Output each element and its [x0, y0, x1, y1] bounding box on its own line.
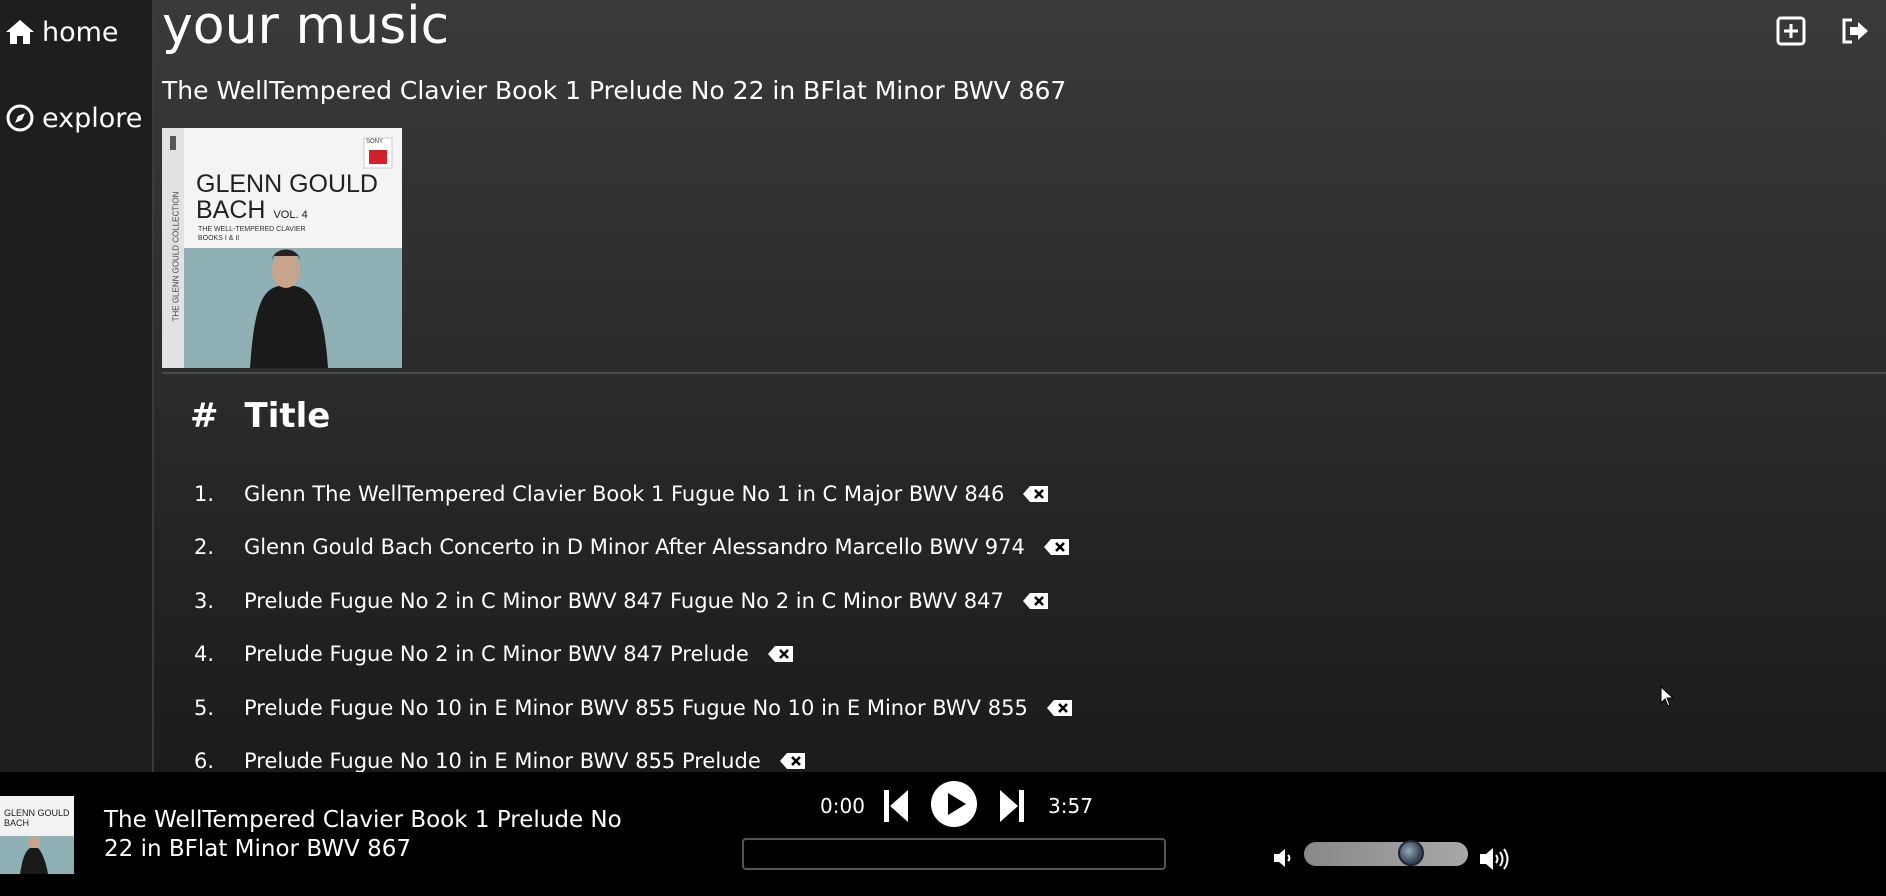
cover-subtitle-2: BOOKS I & II — [198, 235, 240, 242]
now-playing-cover: GLENN GOULD BACH — [0, 796, 74, 874]
time-current: 0:00 — [820, 794, 865, 818]
album-title: The WellTempered Clavier Book 1 Prelude … — [162, 76, 1067, 105]
svg-text:BACH: BACH — [4, 818, 29, 828]
track-title: Prelude Fugue No 2 in C Minor BWV 847 Pr… — [244, 642, 749, 666]
track-title: Prelude Fugue No 2 in C Minor BWV 847 Fu… — [244, 589, 1004, 613]
track-row[interactable]: 6. Prelude Fugue No 10 in E Minor BWV 85… — [194, 749, 807, 772]
main-content: your music The WellTempered Clavier Book… — [154, 0, 1886, 772]
backspace-icon — [1023, 486, 1049, 502]
remove-track-button[interactable] — [1022, 591, 1050, 611]
home-icon — [6, 20, 34, 44]
volume-up-icon[interactable] — [1478, 846, 1510, 872]
sidebar-item-label: explore — [42, 102, 143, 134]
sidebar-item-explore[interactable]: explore — [4, 102, 142, 134]
backspace-icon — [1046, 700, 1072, 716]
cover-subtitle: THE WELL-TEMPERED CLAVIER — [198, 226, 306, 233]
add-playlist-icon[interactable] — [1774, 14, 1808, 48]
page-title: your music — [162, 0, 450, 56]
backspace-icon — [767, 646, 793, 662]
column-number: # — [190, 396, 219, 436]
now-playing-title: The WellTempered Clavier Book 1 Prelude … — [104, 807, 622, 862]
sidebar: home explore — [0, 0, 154, 772]
table-header: # Title — [190, 396, 330, 436]
svg-text:GLENN GOULD: GLENN GOULD — [4, 808, 70, 818]
track-number: 1. — [194, 482, 215, 506]
compass-icon — [6, 104, 34, 132]
volume-down-icon[interactable] — [1272, 848, 1294, 868]
track-row[interactable]: 1. Glenn The WellTempered Clavier Book 1… — [194, 482, 1050, 506]
backspace-icon — [1043, 539, 1069, 555]
track-row[interactable]: 4. Prelude Fugue No 2 in C Minor BWV 847… — [194, 642, 795, 666]
logout-icon[interactable] — [1838, 14, 1872, 48]
progress-bar[interactable] — [742, 838, 1166, 870]
play-button[interactable] — [930, 780, 978, 828]
next-track-icon[interactable] — [998, 788, 1026, 824]
remove-track-button[interactable] — [1046, 698, 1074, 718]
top-actions — [1774, 14, 1886, 48]
track-number: 6. — [194, 749, 215, 772]
track-row[interactable]: 2. Glenn Gould Bach Concerto in D Minor … — [194, 535, 1071, 559]
sidebar-item-label: home — [42, 16, 119, 48]
remove-track-button[interactable] — [779, 751, 807, 771]
track-title: Glenn Gould Bach Concerto in D Minor Aft… — [244, 535, 1025, 559]
column-title: Title — [244, 396, 331, 436]
cover-artist: GLENN GOULD — [196, 170, 378, 198]
time-total: 3:57 — [1048, 794, 1093, 818]
track-number: 3. — [194, 589, 215, 613]
volume-slider[interactable] — [1304, 840, 1468, 866]
remove-track-button[interactable] — [1043, 537, 1071, 557]
cover-collection-label: THE GLENN GOULD COLLECTION — [171, 191, 181, 322]
cover-record-label: SONY — [366, 139, 384, 145]
track-number: 5. — [194, 696, 215, 720]
track-title: Prelude Fugue No 10 in E Minor BWV 855 F… — [244, 696, 1028, 720]
sidebar-item-home[interactable]: home — [4, 16, 119, 48]
track-row[interactable]: 3. Prelude Fugue No 2 in C Minor BWV 847… — [194, 589, 1050, 613]
backspace-icon — [1022, 593, 1048, 609]
cover-composer: BACH — [196, 196, 266, 224]
album-cover: GLENN GOULD BACH VOL. 4 THE WELL-TEMPERE… — [162, 128, 402, 368]
track-title: Prelude Fugue No 10 in E Minor BWV 855 P… — [244, 749, 761, 772]
previous-track-icon[interactable] — [882, 788, 910, 824]
volume-slider-handle[interactable] — [1397, 840, 1424, 866]
track-title: Glenn The WellTempered Clavier Book 1 Fu… — [244, 482, 1005, 506]
track-number: 2. — [194, 535, 215, 559]
player-bar: GLENN GOULD BACH The WellTempered Clavie… — [0, 772, 1886, 896]
remove-track-button[interactable] — [1022, 484, 1050, 504]
divider — [162, 372, 1886, 374]
mouse-cursor-icon — [1660, 686, 1675, 707]
backspace-icon — [779, 753, 805, 769]
track-number: 4. — [194, 642, 215, 666]
track-row[interactable]: 5. Prelude Fugue No 10 in E Minor BWV 85… — [194, 696, 1074, 720]
remove-track-button[interactable] — [767, 644, 795, 664]
cover-volume: VOL. 4 — [273, 209, 308, 221]
